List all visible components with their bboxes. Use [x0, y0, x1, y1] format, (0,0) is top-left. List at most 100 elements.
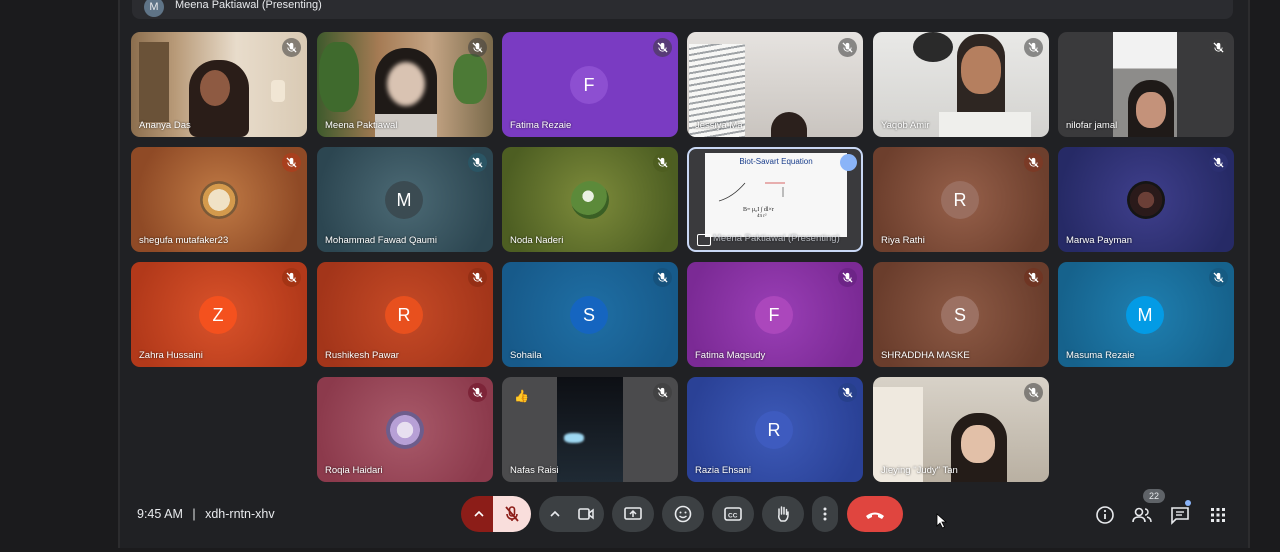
- video-settings-button[interactable]: [539, 496, 571, 532]
- camera-icon: [578, 508, 594, 520]
- more-options-button[interactable]: [812, 496, 838, 532]
- avatar: R: [385, 296, 423, 334]
- mic-off-icon: [1209, 153, 1228, 172]
- participant-tile[interactable]: Meena Paktiawal: [317, 32, 493, 137]
- mic-off-icon: [468, 383, 487, 402]
- presenter-avatar: M: [144, 0, 164, 17]
- avatar: F: [570, 66, 608, 104]
- audio-settings-button[interactable]: [461, 496, 495, 532]
- mic-off-icon: [468, 38, 487, 57]
- chevron-up-icon: [474, 510, 484, 517]
- bookshelf: [139, 42, 169, 122]
- chat-button[interactable]: [1169, 500, 1191, 526]
- apps-grid-icon: [1211, 508, 1225, 522]
- participant-tile[interactable]: R Rushikesh Pawar: [317, 262, 493, 367]
- participant-tile[interactable]: nilofar jamal: [1058, 32, 1234, 137]
- avatar: R: [941, 181, 979, 219]
- avatar: [200, 181, 238, 219]
- avatar: F: [755, 296, 793, 334]
- participant-tile[interactable]: F Fatima Maqsudy: [687, 262, 863, 367]
- leave-call-button[interactable]: [847, 496, 903, 532]
- participant-video: [557, 377, 623, 482]
- slide: Biot-Savart Equation B= μ₀I ∫ dl×r 4π r²: [705, 153, 847, 237]
- avatar: S: [941, 296, 979, 334]
- emoji-icon: [674, 505, 692, 523]
- participant-name: Zahra Hussaini: [139, 350, 203, 361]
- participant-name: Meena Paktiawal (Presenting): [713, 233, 840, 244]
- mic-toggle-button[interactable]: [493, 496, 531, 532]
- participant-tile[interactable]: Marwa Payman: [1058, 147, 1234, 252]
- participant-tile[interactable]: Z Zahra Hussaini: [131, 262, 307, 367]
- avatar: S: [570, 296, 608, 334]
- presentation-tile[interactable]: Biot-Savart Equation B= μ₀I ∫ dl×r 4π r²…: [687, 147, 863, 252]
- avatar: Z: [199, 296, 237, 334]
- reactions-button[interactable]: [662, 496, 704, 532]
- participant-name: Roqia Haidari: [325, 465, 383, 476]
- mic-off-icon: [1209, 268, 1228, 287]
- participant-tile[interactable]: Ananya Das: [131, 32, 307, 137]
- people-count-badge: 22: [1143, 489, 1165, 503]
- participant-name: shegufa mutafaker23: [139, 235, 229, 246]
- chat-icon: [1171, 507, 1189, 525]
- mic-off-icon: [282, 268, 301, 287]
- svg-text:4π r²: 4π r²: [757, 213, 767, 219]
- meeting-separator: |: [192, 507, 196, 521]
- meeting-details-button[interactable]: [1094, 504, 1116, 526]
- people-button[interactable]: [1131, 504, 1153, 526]
- participant-tile[interactable]: Yaqob Amir: [873, 32, 1049, 137]
- participant-tile[interactable]: S SHRADDHA MASKE: [873, 262, 1049, 367]
- avatar: R: [755, 411, 793, 449]
- mic-off-icon: [838, 268, 857, 287]
- mouse-cursor-icon: [936, 513, 948, 529]
- hang-up-icon: [866, 512, 884, 519]
- participant-tile[interactable]: shegufa mutafaker23: [131, 147, 307, 252]
- participant-name: nilofar jamal: [1066, 120, 1118, 131]
- participant-tile[interactable]: R Razia Ehsani: [687, 377, 863, 482]
- mic-off-icon: [653, 383, 672, 402]
- face: [1136, 92, 1166, 128]
- present-screen-button[interactable]: [612, 496, 654, 532]
- mic-off-icon: [282, 153, 301, 172]
- meeting-time: 9:45 AM: [137, 507, 183, 521]
- participant-name: Jessiya Ma: [695, 120, 743, 131]
- thumbs-up-reaction: 👍: [514, 389, 529, 403]
- presenting-bar: M Meena Paktiawal (Presenting): [132, 0, 1233, 19]
- participant-tile[interactable]: M Masuma Rezaie: [1058, 262, 1234, 367]
- participant-tile[interactable]: Jessiya Ma: [687, 32, 863, 137]
- participant-name: Mohammad Fawad Qaumi: [325, 235, 437, 246]
- participant-tile[interactable]: Jieying "Judy" Tan: [873, 377, 1049, 482]
- participant-tile[interactable]: Noda Naderi: [502, 147, 678, 252]
- mic-off-icon: [505, 506, 519, 522]
- participant-tile[interactable]: R Riya Rathi: [873, 147, 1049, 252]
- decoration: [913, 32, 953, 62]
- mic-off-icon: [1024, 383, 1043, 402]
- participant-name: Ananya Das: [139, 120, 191, 131]
- avatar: M: [1126, 296, 1164, 334]
- mic-off-icon: [1024, 38, 1043, 57]
- captions-button[interactable]: CC: [712, 496, 754, 532]
- participant-name: Sohaila: [510, 350, 542, 361]
- participant-tile[interactable]: M Mohammad Fawad Qaumi: [317, 147, 493, 252]
- present-screen-icon: [624, 507, 642, 520]
- presenting-label: Meena Paktiawal (Presenting): [175, 0, 322, 11]
- meeting-info: 9:45 AM | xdh-rntn-xhv: [137, 507, 275, 521]
- mic-off-icon: [468, 153, 487, 172]
- mic-off-icon: [1209, 38, 1228, 57]
- participant-tile[interactable]: F Fatima Rezaie: [502, 32, 678, 137]
- blurred-face: [387, 62, 425, 106]
- participant-name: Nafas Raisi: [510, 465, 559, 476]
- participant-name: Fatima Rezaie: [510, 120, 572, 131]
- lamp: [271, 80, 285, 102]
- participant-name: Yaqob Amir: [881, 120, 930, 131]
- raise-hand-button[interactable]: [762, 496, 804, 532]
- chevron-up-icon: [550, 510, 560, 517]
- mic-off-icon: [1024, 268, 1043, 287]
- mic-off-icon: [653, 268, 672, 287]
- face: [200, 70, 230, 106]
- avatar: [571, 181, 609, 219]
- activities-button[interactable]: [1207, 504, 1229, 526]
- mic-off-icon: [838, 38, 857, 57]
- participant-tile[interactable]: Roqia Haidari: [317, 377, 493, 482]
- participant-tile[interactable]: S Sohaila: [502, 262, 678, 367]
- participant-tile[interactable]: 👍 Nafas Raisi: [502, 377, 678, 482]
